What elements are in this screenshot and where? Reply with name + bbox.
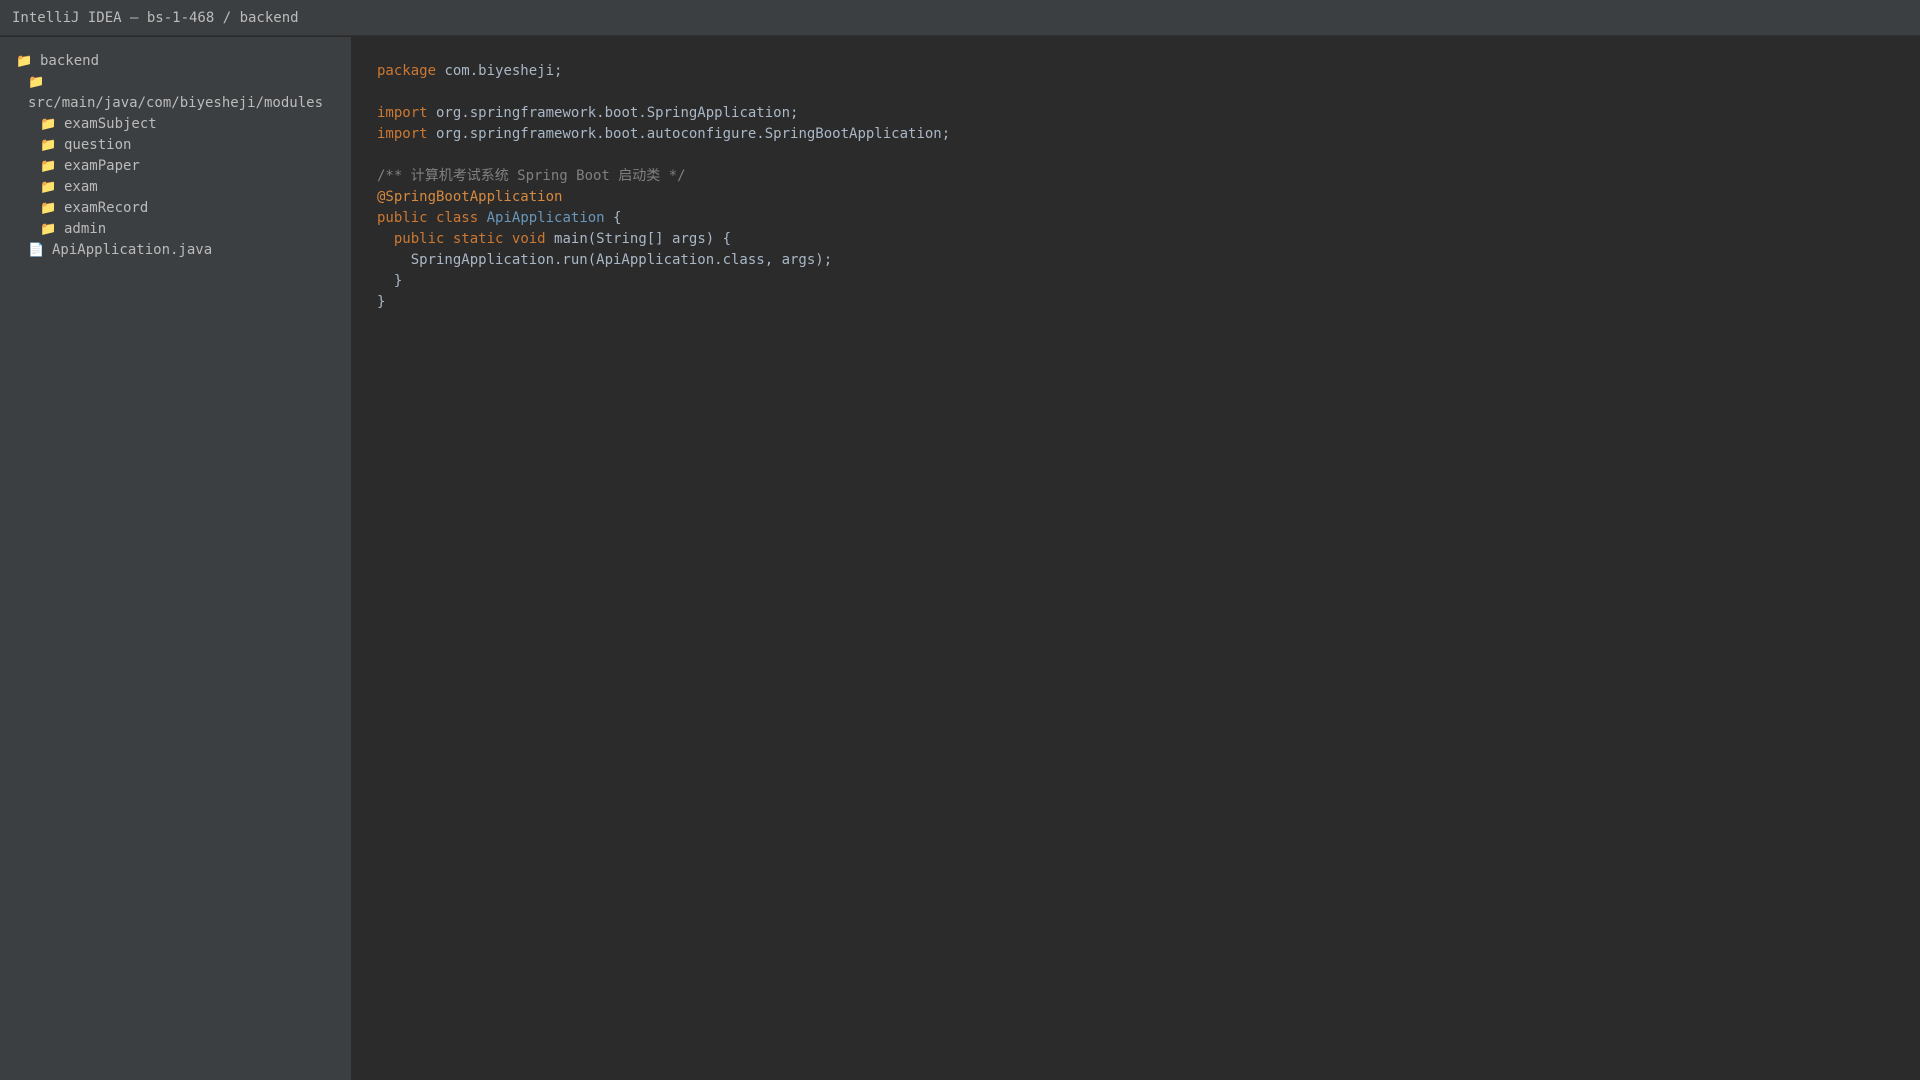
brace-close: } [377, 294, 386, 310]
folder-icon: 📁 [40, 159, 57, 174]
folder-icon: 📁 [16, 54, 33, 69]
class-name: ApiApplication [486, 210, 605, 226]
tree-item-apiapplication-java[interactable]: 📄 ApiApplication.java [0, 240, 351, 261]
tree-item-label: question [64, 137, 132, 153]
tree-item-label: examRecord [64, 200, 149, 216]
keyword-public: public [393, 231, 445, 247]
annotation: @SpringBootApplication [377, 189, 563, 205]
folder-icon: 📁 [40, 222, 57, 237]
method-call: SpringApplication.run(ApiApplication.cla… [377, 252, 833, 268]
code-line-7: @SpringBootApplication [377, 187, 1896, 208]
tree-item-admin[interactable]: 📁 admin [0, 219, 351, 240]
folder-icon: 📁 [40, 180, 57, 195]
keyword-public: public [377, 210, 428, 226]
tree-item-modules-path[interactable]: 📁 src/main/java/com/biyesheji/modules [0, 72, 351, 114]
keyword-import: import [377, 126, 428, 142]
folder-icon: 📁 [40, 201, 57, 216]
import-path: org.springframework.boot.autoconfigure.S… [427, 126, 951, 142]
tree-item-label: ApiApplication.java [52, 242, 213, 258]
folder-icon: 📁 [28, 75, 45, 90]
folder-icon: 📁 [40, 117, 57, 132]
tree-item-label: exam [64, 179, 98, 195]
keyword-void: void [511, 231, 546, 247]
folder-icon: 📁 [40, 138, 57, 153]
tree-item-examRecord[interactable]: 📁 examRecord [0, 198, 351, 219]
code-line-9: public static void main(String[] args) { [377, 229, 1896, 250]
code-line-10: SpringApplication.run(ApiApplication.cla… [377, 250, 1896, 271]
import-path: org.springframework.boot.SpringApplicati… [427, 105, 799, 121]
code-line-4: import org.springframework.boot.autoconf… [377, 124, 1896, 145]
code-editor[interactable]: package com.biyesheji; import org.spring… [353, 37, 1920, 1080]
code-line-6: /** 计算机考试系统 Spring Boot 启动类 */ [377, 166, 1896, 187]
method-signature: main(String[] args) { [545, 231, 732, 247]
package-name: com.biyesheji; [436, 63, 563, 79]
tree-item-question[interactable]: 📁 question [0, 135, 351, 156]
brace-close: } [377, 273, 403, 289]
doc-comment: /** 计算机考试系统 Spring Boot 启动类 */ [377, 168, 686, 184]
tree-item-label: examSubject [64, 116, 157, 132]
code-line-3: import org.springframework.boot.SpringAp… [377, 103, 1896, 124]
keyword-package: package [377, 63, 437, 79]
tree-item-label: backend [40, 53, 100, 69]
brace-open: { [604, 210, 622, 226]
tree-item-backend[interactable]: 📁 backend [0, 51, 351, 72]
file-icon: 📄 [28, 243, 45, 258]
tree-item-examPaper[interactable]: 📁 examPaper [0, 156, 351, 177]
window-title-bar: IntelliJ IDEA — bs-1-468 / backend [0, 0, 1920, 36]
keyword-static: static [452, 231, 504, 247]
project-tree[interactable]: 📁 backend 📁 src/main/java/com/biyesheji/… [0, 37, 352, 1080]
tree-item-exam[interactable]: 📁 exam [0, 177, 351, 198]
window-title: IntelliJ IDEA — bs-1-468 / backend [12, 10, 299, 26]
tree-item-label: src/main/java/com/biyesheji/modules [28, 95, 324, 111]
code-line-11: } [377, 271, 1896, 292]
code-line-12: } [377, 292, 1896, 313]
keyword-import: import [377, 105, 428, 121]
code-line-8: public class ApiApplication { [377, 208, 1896, 229]
code-line-1: package com.biyesheji; [377, 61, 1896, 82]
keyword-class: class [436, 210, 479, 226]
tree-item-examSubject[interactable]: 📁 examSubject [0, 114, 351, 135]
tree-item-label: examPaper [64, 158, 140, 174]
tree-item-label: admin [64, 221, 107, 237]
